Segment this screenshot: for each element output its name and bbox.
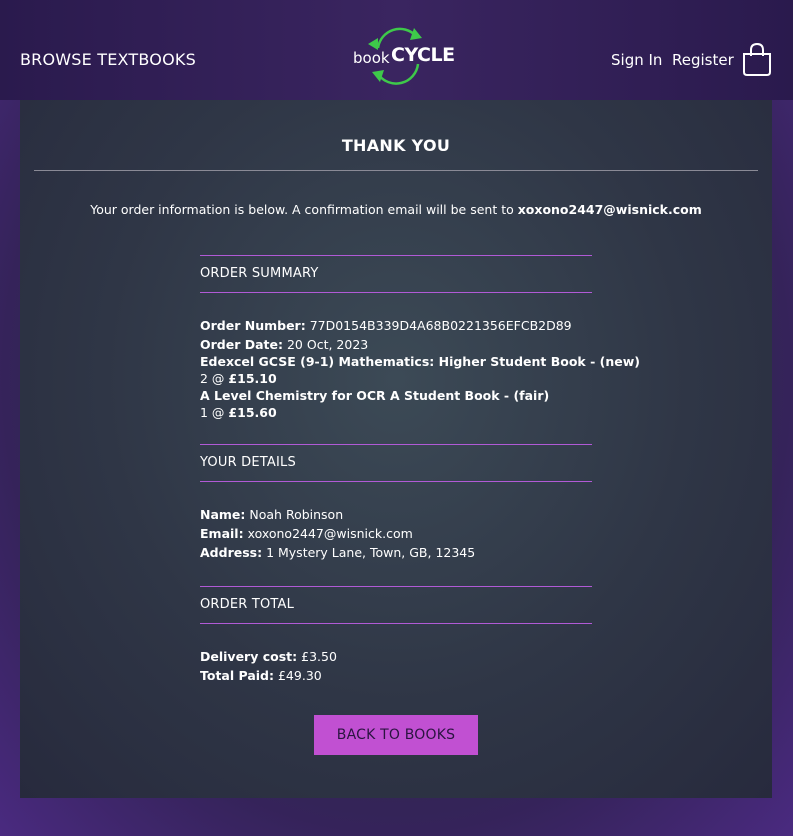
delivery-value: £3.50 (301, 649, 337, 664)
back-to-books-button[interactable]: BACK TO BOOKS (314, 715, 478, 755)
total-paid-row: Total Paid: £49.30 (200, 667, 592, 684)
logo-cycle-text: CYCLE (391, 44, 455, 66)
intro-text: Your order information is below. A confi… (90, 202, 518, 217)
order-date-label: Order Date: (200, 337, 283, 352)
name-label: Name: (200, 507, 246, 522)
item-qty: 1 @ (200, 405, 225, 420)
your-details-section: YOUR DETAILS Name: Noah Robinson Email: … (200, 444, 592, 561)
order-confirmation-panel: THANK YOU Your order information is belo… (20, 100, 772, 798)
bookcycle-logo[interactable]: book CYCLE (352, 22, 455, 90)
address-row: Address: 1 Mystery Lane, Town, GB, 12345 (200, 544, 592, 561)
item-title: A Level Chemistry for OCR A Student Book… (200, 388, 550, 403)
total-paid-label: Total Paid: (200, 668, 274, 683)
name-value: Noah Robinson (249, 507, 344, 522)
order-item-title: Edexcel GCSE (9-1) Mathematics: Higher S… (200, 353, 640, 370)
order-total-heading: ORDER TOTAL (200, 597, 295, 612)
email-row: Email: xoxono2447@wisnick.com (200, 525, 592, 542)
shopping-bag-icon[interactable] (742, 42, 772, 76)
delivery-label: Delivery cost: (200, 649, 298, 664)
order-total-section: ORDER TOTAL Delivery cost: £3.50 Total P… (200, 586, 592, 684)
address-label: Address: (200, 545, 263, 560)
order-summary-heading: ORDER SUMMARY (200, 266, 319, 281)
email-label: Email: (200, 526, 244, 541)
order-item-qty: 1 @ £15.60 (200, 404, 592, 421)
total-paid-value: £49.30 (277, 668, 322, 683)
browse-textbooks-link[interactable]: BROWSE TEXTBOOKS (20, 50, 196, 69)
order-summary-section: ORDER SUMMARY Order Number: 77D0154B339D… (200, 255, 640, 421)
order-item-qty: 2 @ £15.10 (200, 370, 592, 387)
item-price: £15.60 (228, 405, 277, 420)
email-value: xoxono2447@wisnick.com (247, 526, 413, 541)
logo-book-text: book (353, 49, 390, 67)
site-header: BROWSE TEXTBOOKS book CYCLE Sign In Regi… (0, 0, 793, 100)
item-title: Edexcel GCSE (9-1) Mathematics: Higher S… (200, 354, 640, 369)
intro-email: xoxono2447@wisnick.com (517, 202, 702, 217)
item-qty: 2 @ (200, 371, 225, 386)
order-date-row: Order Date: 20 Oct, 2023 (200, 336, 592, 353)
order-item-title: A Level Chemistry for OCR A Student Book… (200, 387, 592, 404)
delivery-cost-row: Delivery cost: £3.50 (200, 648, 592, 665)
order-date-value: 20 Oct, 2023 (286, 337, 369, 352)
name-row: Name: Noah Robinson (200, 506, 592, 523)
item-price: £15.10 (228, 371, 277, 386)
confirmation-intro: Your order information is below. A confi… (20, 202, 772, 217)
title-divider (34, 170, 758, 171)
page-title: THANK YOU (341, 136, 451, 155)
your-details-heading: YOUR DETAILS (200, 455, 296, 470)
order-number-row: Order Number: 77D0154B339D4A68B0221356EF… (200, 317, 592, 334)
register-link[interactable]: Register (672, 51, 734, 69)
order-number-value: 77D0154B339D4A68B0221356EFCB2D89 (309, 318, 572, 333)
address-value: 1 Mystery Lane, Town, GB, 12345 (266, 545, 476, 560)
order-number-label: Order Number: (200, 318, 306, 333)
sign-in-link[interactable]: Sign In (611, 51, 662, 69)
